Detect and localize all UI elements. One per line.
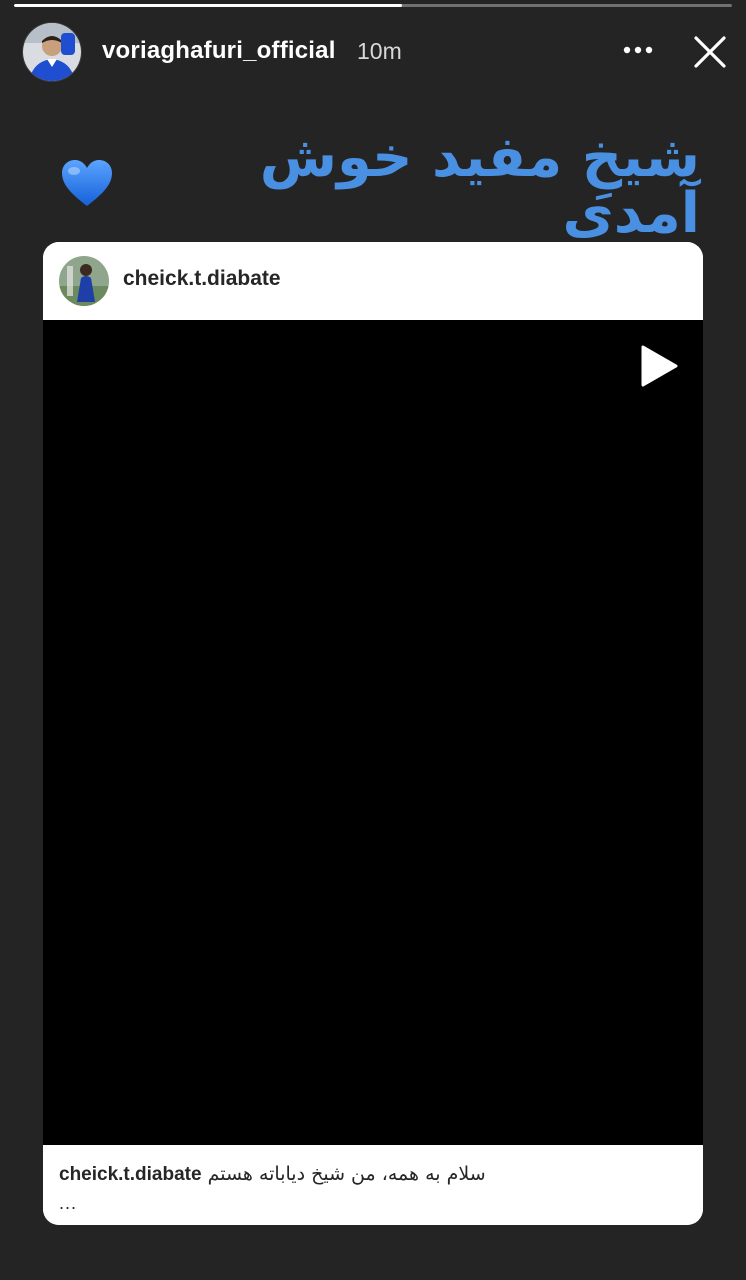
story-caption-text: شیخِ مفید خوش آمدی xyxy=(259,125,700,246)
shared-post-caption: cheick.t.diabate سلام به همه، من شیخ دیاب… xyxy=(59,1163,679,1186)
story-username[interactable]: voriaghafuri_official xyxy=(102,37,336,65)
shared-post-avatar-image xyxy=(59,256,109,306)
more-options-button[interactable] xyxy=(618,34,658,66)
story-progress-fill xyxy=(14,4,402,7)
shared-post-header: cheick.t.diabate xyxy=(43,242,703,320)
story-viewer: voriaghafuri_official 10m شیخِ مفید خوش … xyxy=(0,0,746,1280)
close-button[interactable] xyxy=(688,30,732,74)
shared-post-video[interactable] xyxy=(43,320,703,1145)
shared-post-footer-username[interactable]: cheick.t.diabate xyxy=(59,1164,202,1185)
story-header: voriaghafuri_official 10m xyxy=(0,18,746,84)
close-icon xyxy=(694,36,726,68)
shared-post-more[interactable]: ... xyxy=(59,1193,77,1214)
story-progress-bar xyxy=(14,4,732,7)
shared-post-card[interactable]: cheick.t.diabate cheick.t.diabate سلام به… xyxy=(43,242,703,1225)
avatar-image xyxy=(23,23,81,81)
story-timestamp: 10m xyxy=(357,38,402,64)
shared-post-footer: cheick.t.diabate سلام به همه، من شیخ دیاب… xyxy=(43,1145,703,1225)
avatar[interactable] xyxy=(22,22,82,82)
play-icon[interactable] xyxy=(639,344,679,388)
shared-post-footer-caption: سلام به همه، من شیخ دیاباته هستم xyxy=(207,1163,486,1185)
shared-post-avatar[interactable] xyxy=(59,256,109,306)
shared-post-username[interactable]: cheick.t.diabate xyxy=(123,267,281,291)
blue-heart-icon xyxy=(60,159,114,214)
more-horizontal-icon xyxy=(623,46,653,54)
story-caption: شیخِ مفید خوش آمدی xyxy=(60,130,700,242)
